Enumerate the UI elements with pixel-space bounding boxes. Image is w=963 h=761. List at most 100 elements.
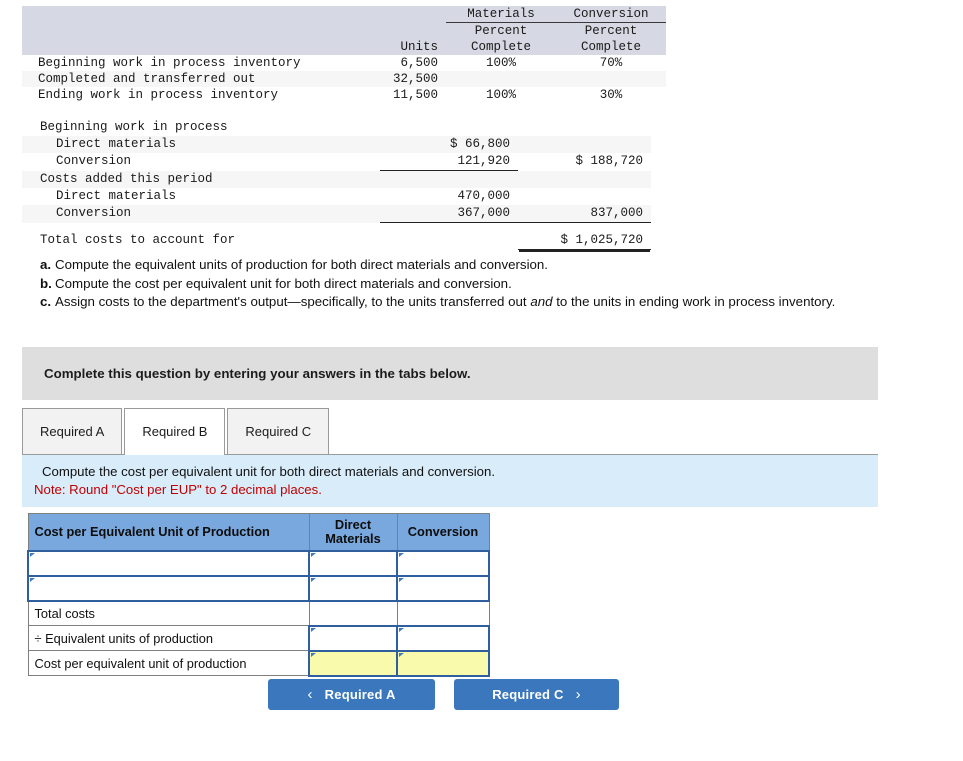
row-value-col1: 367,000	[380, 205, 518, 223]
tab-prompt-text: Compute the cost per equivalent unit for…	[42, 464, 496, 479]
requirement-c-text: Assign costs to the department's output—…	[55, 293, 945, 312]
table-row: Direct materials 470,000	[22, 188, 651, 205]
previous-required-a-button[interactable]: ‹ Required A	[268, 679, 435, 710]
requirement-b: b. Compute the cost per equivalent unit …	[40, 275, 945, 294]
row-cost-per-eup-direct-materials-input[interactable]	[308, 649, 398, 677]
table-row: Conversion 121,920 $ 188,720	[22, 153, 651, 171]
tab-required-b[interactable]: Required B	[124, 408, 226, 455]
row-2-direct-materials-input[interactable]	[308, 574, 398, 602]
row-total-costs-conversion	[396, 600, 490, 626]
row-materials-percent: 100%	[485, 56, 516, 70]
row-equivalent-units-direct-materials-input[interactable]	[308, 624, 398, 652]
spacer-cell	[380, 223, 518, 233]
row-equivalent-units-conversion-input[interactable]	[396, 624, 490, 652]
tab-required-a[interactable]: Required A	[22, 408, 123, 454]
row-value-col1	[380, 232, 518, 250]
requirement-a-key: a.	[40, 257, 52, 272]
spacer-cell	[356, 22, 446, 39]
units-table-group-header-row: Materials Conversion	[22, 6, 666, 23]
units-table-column-header-row: Units Complete Complete	[22, 39, 666, 55]
row-value-col2	[518, 136, 651, 153]
column-header-units: Units	[356, 39, 446, 55]
spacer-cell	[518, 223, 651, 233]
instruction-bar-text: Complete this question by entering your …	[44, 366, 471, 381]
next-required-c-button[interactable]: Required C ›	[454, 679, 619, 710]
spacer-row	[22, 223, 651, 233]
table-row: Beginning work in process	[22, 119, 651, 136]
row-conversion-percent: 30%	[599, 88, 623, 102]
answer-grid-header-row-label: Cost per Equivalent Unit of Production	[27, 513, 310, 551]
requirement-a-text: Compute the equivalent units of producti…	[55, 257, 549, 272]
row-conversion-percent	[556, 71, 666, 87]
row-units: 11,500	[392, 88, 438, 102]
spacer-cell	[22, 223, 380, 233]
requirement-c-text-pre: Assign costs to the department's output—…	[55, 294, 531, 309]
costs-summary-table: Beginning work in process Direct materia…	[22, 119, 651, 250]
row-label: Ending work in process inventory	[38, 88, 279, 102]
row-value-col2	[518, 119, 651, 136]
row-value-col2	[518, 188, 651, 205]
row-1-direct-materials-input[interactable]	[308, 549, 398, 577]
column-header-conversion-complete: Complete	[556, 39, 666, 55]
answer-grid-header-direct-materials-line1: Direct	[334, 516, 372, 532]
sub-header-materials-percent: Percent	[446, 22, 556, 39]
requirement-c-text-emphasis: and	[530, 294, 553, 309]
row-cost-per-eup-label: Cost per equivalent unit of production	[27, 650, 310, 676]
question-requirements-list: a. Compute the equivalent units of produ…	[40, 256, 945, 312]
table-row: ÷ Equivalent units of production	[27, 624, 490, 652]
next-required-c-label: Required C	[492, 687, 564, 702]
row-2-label-input[interactable]	[27, 574, 310, 602]
row-units: 6,500	[400, 56, 438, 70]
answer-grid-header-direct-materials-line2: Materials	[325, 530, 381, 546]
spacer-cell	[22, 22, 356, 39]
row-materials-percent: 100%	[485, 88, 516, 102]
tab-prompt-panel: Compute the cost per equivalent unit for…	[22, 455, 878, 507]
row-value-col1: $ 66,800	[380, 136, 518, 153]
row-materials-percent	[446, 71, 556, 87]
sub-header-conversion-percent: Percent	[556, 22, 666, 39]
row-value-col2	[518, 170, 651, 188]
row-equivalent-units-label: ÷ Equivalent units of production	[27, 625, 310, 651]
row-value-col1: 470,000	[457, 189, 510, 203]
table-row: Total costs	[27, 600, 490, 626]
tab-prompt-note: Note: Round "Cost per EUP" to 2 decimal …	[34, 482, 322, 497]
requirement-a: a. Compute the equivalent units of produ…	[40, 256, 945, 275]
units-table-sub-header-row: Percent Percent	[22, 22, 666, 39]
row-label: Beginning work in process inventory	[38, 56, 301, 70]
previous-required-a-label: Required A	[324, 687, 396, 702]
row-label: Costs added this period	[22, 170, 380, 188]
spacer-cell	[22, 6, 356, 23]
row-units: 32,500	[356, 71, 446, 87]
requirement-c-key: c.	[40, 294, 52, 309]
instruction-bar: Complete this question by entering your …	[22, 347, 878, 400]
row-value-col1	[380, 170, 518, 188]
group-header-conversion: Conversion	[556, 6, 666, 23]
table-row	[27, 574, 490, 602]
row-value-col2: 837,000	[518, 205, 651, 223]
row-1-label-input[interactable]	[27, 549, 310, 577]
tab-required-b-label: Required B	[142, 424, 208, 439]
table-row: Cost per equivalent unit of production	[27, 649, 490, 677]
row-value-col1	[380, 119, 518, 136]
chevron-right-icon: ›	[575, 686, 581, 703]
spacer-cell	[22, 39, 356, 55]
row-value-col2: $ 188,720	[575, 154, 643, 169]
tab-required-c[interactable]: Required C	[227, 408, 330, 454]
table-row	[27, 549, 490, 577]
row-total-costs-direct-materials	[308, 600, 398, 626]
table-row-total: Total costs to account for $ 1,025,720	[22, 232, 651, 250]
row-2-conversion-input[interactable]	[396, 574, 490, 602]
answer-grid-header-row: Cost per Equivalent Unit of Production D…	[27, 513, 490, 551]
row-conversion-percent: 70%	[599, 56, 623, 70]
answer-grid-header-direct-materials: Direct Materials	[308, 513, 398, 551]
row-1-conversion-input[interactable]	[396, 549, 490, 577]
requirement-c: c. Assign costs to the department's outp…	[40, 293, 945, 312]
tab-required-c-label: Required C	[245, 424, 312, 439]
row-label: Direct materials	[56, 189, 177, 203]
row-cost-per-eup-conversion-input[interactable]	[396, 649, 490, 677]
spacer-cell	[356, 6, 446, 23]
column-header-materials-complete: Complete	[446, 39, 556, 55]
table-row: Direct materials $ 66,800	[22, 136, 651, 153]
table-row: Costs added this period	[22, 170, 651, 188]
answer-grid-header-conversion: Conversion	[396, 513, 490, 551]
